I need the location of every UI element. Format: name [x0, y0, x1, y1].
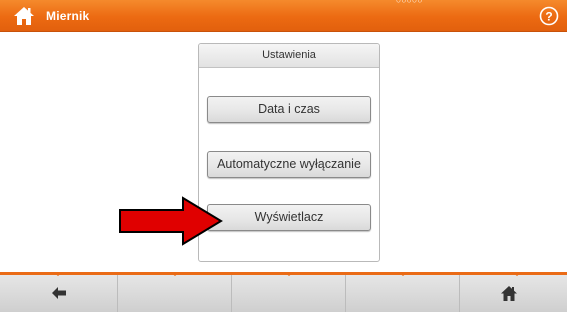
date-time-button[interactable]: Data i czas [207, 96, 371, 123]
red-arrow-annotation [119, 196, 223, 246]
toolbar-slot-4[interactable] [346, 275, 460, 312]
settings-panel: Ustawienia Data i czas Automatyczne wyłą… [198, 43, 380, 262]
bottom-toolbar [0, 272, 567, 312]
app-title: Miernik [46, 9, 90, 23]
status-indicator: ○○○○○ [396, 0, 423, 5]
tab-notch [170, 272, 180, 276]
home-button[interactable] [460, 275, 567, 312]
top-bar: Miernik ○○○○○ ? [0, 0, 567, 32]
home-icon[interactable] [13, 6, 35, 26]
tab-notch [398, 272, 408, 276]
home-icon [501, 286, 517, 301]
panel-title: Ustawienia [199, 44, 379, 68]
tab-notch [284, 272, 294, 276]
svg-text:?: ? [545, 10, 552, 24]
back-arrow-icon [52, 287, 66, 299]
tab-notch [53, 272, 63, 276]
auto-power-off-button[interactable]: Automatyczne wyłączanie [207, 151, 371, 178]
back-button[interactable] [0, 275, 118, 312]
help-icon[interactable]: ? [539, 6, 559, 26]
tab-notch [512, 272, 522, 276]
toolbar-slot-3[interactable] [232, 275, 346, 312]
toolbar-slot-2[interactable] [118, 275, 232, 312]
display-button[interactable]: Wyświetlacz [207, 204, 371, 231]
